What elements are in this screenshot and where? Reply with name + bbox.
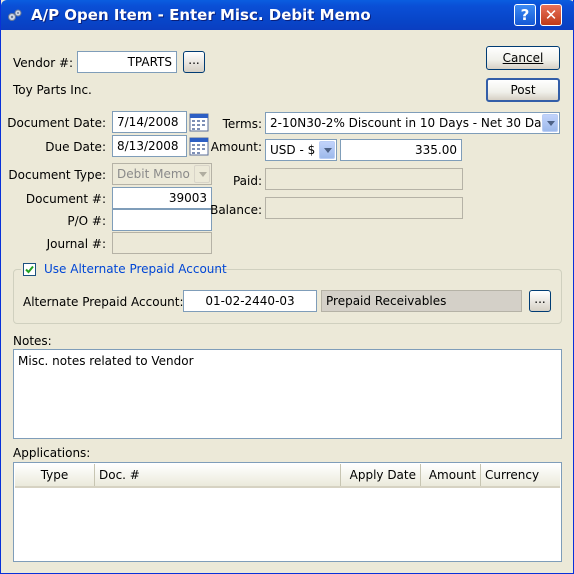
- cancel-label: Cancel: [502, 51, 544, 65]
- currency-value: USD - $: [270, 143, 316, 157]
- notes-textarea[interactable]: Misc. notes related to Vendor: [13, 349, 562, 439]
- balance-label: Balance:: [210, 203, 262, 217]
- vendor-label: Vendor #:: [13, 56, 74, 70]
- po-label: P/O #:: [67, 214, 106, 228]
- applications-label: Applications:: [13, 446, 91, 460]
- close-button[interactable]: ✕: [540, 4, 562, 26]
- due-date-label: Due Date:: [45, 140, 106, 154]
- title-bar[interactable]: A/P Open Item - Enter Misc. Debit Memo ?…: [1, 0, 574, 30]
- terms-select[interactable]: 2-10N30-2% Discount in 10 Days - Net 30 …: [265, 112, 560, 134]
- vendor-lookup-button[interactable]: ...: [183, 51, 205, 73]
- alt-prepaid-checkbox[interactable]: [23, 263, 36, 276]
- alt-prepaid-account-description: Prepaid Receivables: [321, 290, 522, 312]
- main-window: A/P Open Item - Enter Misc. Debit Memo ?…: [0, 0, 574, 574]
- due-date-input[interactable]: 8/13/2008: [112, 135, 187, 157]
- help-button[interactable]: ?: [514, 4, 536, 26]
- journal-label: Journal #:: [46, 237, 106, 251]
- paid-label: Paid:: [232, 174, 262, 188]
- alt-prepaid-checkbox-row[interactable]: Use Alternate Prepaid Account: [21, 261, 227, 277]
- document-number-input[interactable]: 39003: [112, 187, 212, 209]
- column-header-doc-number[interactable]: Doc. #: [95, 464, 341, 486]
- amount-input[interactable]: 335.00: [340, 139, 462, 161]
- po-input[interactable]: [112, 209, 212, 231]
- amount-label: Amount:: [210, 140, 262, 154]
- notes-label: Notes:: [13, 334, 52, 348]
- column-header-currency[interactable]: Currency: [481, 464, 561, 486]
- checkmark-icon: [25, 265, 34, 274]
- window-title: A/P Open Item - Enter Misc. Debit Memo: [31, 6, 371, 24]
- column-header-apply-date[interactable]: Apply Date: [341, 464, 421, 486]
- applications-table[interactable]: Type Doc. # Apply Date Amount Currency: [13, 462, 562, 562]
- currency-select[interactable]: USD - $: [265, 139, 337, 161]
- cancel-button[interactable]: Cancel: [486, 46, 560, 70]
- terms-value: 2-10N30-2% Discount in 10 Days - Net 30 …: [270, 116, 555, 130]
- alt-prepaid-account-input[interactable]: 01-02-2440-03: [183, 290, 317, 312]
- document-type-value: Debit Memo: [117, 167, 190, 181]
- alt-prepaid-lookup-button[interactable]: ...: [529, 290, 551, 312]
- vendor-name: Toy Parts Inc.: [13, 83, 92, 97]
- column-header-amount[interactable]: Amount: [421, 464, 481, 486]
- document-number-label: Document #:: [25, 192, 106, 206]
- alt-prepaid-account-label: Alternate Prepaid Account:: [23, 295, 184, 309]
- document-date-label: Document Date:: [7, 116, 106, 130]
- chevron-down-icon[interactable]: [319, 141, 335, 159]
- document-type-select: Debit Memo: [112, 163, 212, 185]
- document-date-input[interactable]: 7/14/2008: [112, 111, 187, 133]
- terms-label: Terms:: [222, 117, 262, 131]
- paid-field: [265, 168, 463, 190]
- chevron-down-icon[interactable]: [542, 114, 558, 132]
- vendor-input[interactable]: TPARTS: [77, 51, 177, 73]
- app-icon: [8, 9, 22, 21]
- alt-prepaid-checkbox-label[interactable]: Use Alternate Prepaid Account: [44, 262, 227, 276]
- balance-field: [265, 197, 463, 219]
- post-button[interactable]: Post: [486, 78, 560, 102]
- document-type-label: Document Type:: [8, 168, 106, 182]
- journal-input: [112, 232, 212, 254]
- applications-table-header: Type Doc. # Apply Date Amount Currency: [15, 464, 560, 488]
- column-header-type[interactable]: Type: [15, 464, 95, 486]
